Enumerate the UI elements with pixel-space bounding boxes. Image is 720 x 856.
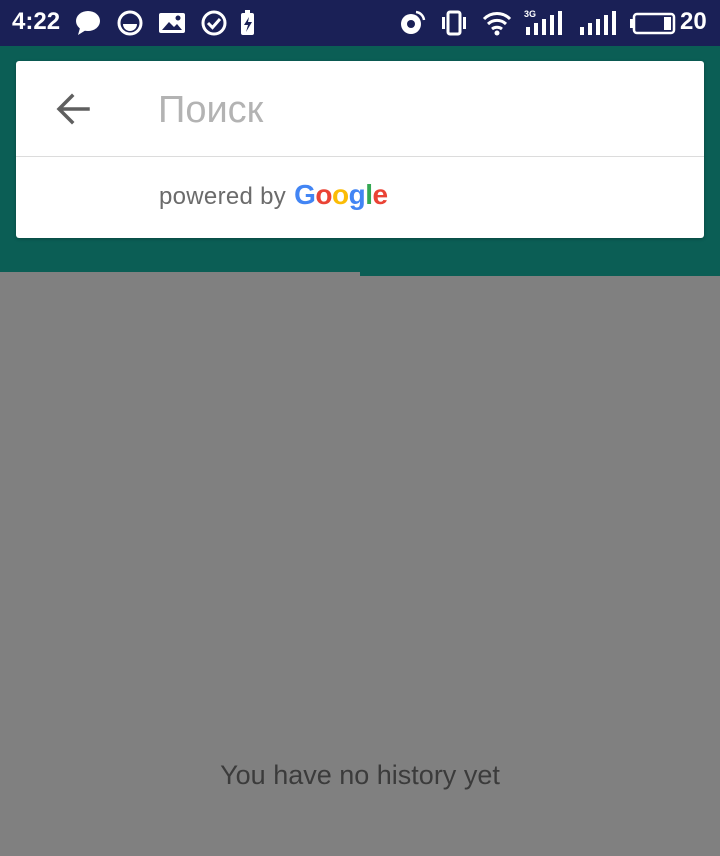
search-input[interactable] <box>158 83 678 137</box>
google-logo: Google <box>294 179 388 210</box>
battery-percent: 20 <box>680 8 707 35</box>
wifi-icon <box>482 9 512 37</box>
signal-3g-icon: 3G <box>524 9 564 37</box>
image-notification-icon <box>158 9 186 37</box>
card-divider <box>16 156 704 157</box>
empty-history-message: You have no history yet <box>220 760 500 790</box>
chat-bubble-icon <box>74 9 102 37</box>
hotspot-icon <box>398 9 426 37</box>
status-time: 4:22 <box>12 8 61 35</box>
battery-icon <box>630 9 678 37</box>
check-circle-icon <box>200 9 228 37</box>
circle-icon <box>116 9 144 37</box>
battery-charging-icon <box>238 9 266 37</box>
powered-by-text: powered by <box>159 183 287 210</box>
arrow-back-icon <box>56 93 90 125</box>
vibrate-icon <box>440 9 468 37</box>
google-attribution: powered by Google <box>159 179 388 219</box>
back-button[interactable] <box>46 83 98 135</box>
signal-icon <box>578 9 618 37</box>
tab-indicator-edge <box>0 272 360 276</box>
search-card: powered by Google <box>16 61 704 238</box>
status-bar: 4:22 3G 20 <box>0 0 720 46</box>
network-type-label: 3G <box>524 9 536 19</box>
